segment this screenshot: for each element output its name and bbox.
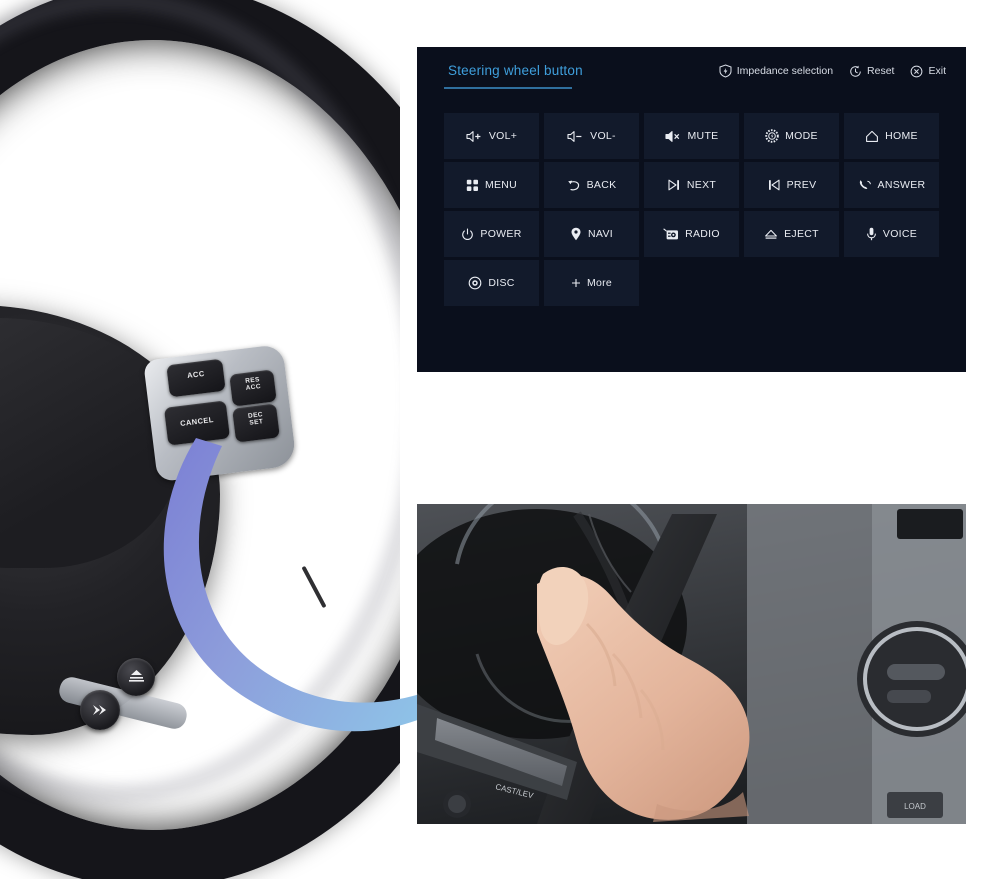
button-prev-label: PREV xyxy=(786,179,817,191)
hand-on-steering-wheel-photo: LOAD CAST/LEV xyxy=(417,504,966,824)
menu-grid-icon xyxy=(466,179,478,191)
power-icon xyxy=(462,227,474,240)
disc-icon xyxy=(468,276,482,290)
button-answer-label: ANSWER xyxy=(877,179,926,191)
grid-empty-slot xyxy=(744,260,839,306)
button-menu-label: MENU xyxy=(484,179,518,191)
volume-mute-icon xyxy=(664,130,679,142)
panel-header: Steering wheel button Impedance selectio… xyxy=(417,47,966,105)
reset-label: Reset xyxy=(867,65,895,77)
reset-clock-icon xyxy=(850,65,861,77)
home-icon xyxy=(866,130,879,142)
exit-button[interactable]: Exit xyxy=(910,65,946,78)
button-vol-up-label: VOL+ xyxy=(488,130,518,142)
head-unit-panel: Steering wheel button Impedance selectio… xyxy=(417,47,966,372)
mode-gear-icon xyxy=(765,129,779,143)
back-arrow-icon xyxy=(567,180,579,190)
reset-button[interactable]: Reset xyxy=(849,65,894,78)
button-back-label: BACK xyxy=(586,179,617,191)
button-mode[interactable]: MODE xyxy=(744,113,839,159)
page-title: Steering wheel button xyxy=(448,63,583,78)
button-disc-label: DISC xyxy=(488,277,515,289)
button-disc[interactable]: DISC xyxy=(444,260,539,306)
button-mode-label: MODE xyxy=(785,130,818,142)
impedance-selection-button[interactable]: Impedance selection xyxy=(719,64,833,78)
button-prev[interactable]: PREV xyxy=(744,162,839,208)
button-next-label: NEXT xyxy=(686,179,717,191)
button-vol-down[interactable]: VOL- xyxy=(544,113,639,159)
hand-photo-illustration: LOAD CAST/LEV xyxy=(417,504,966,824)
button-voice[interactable]: VOICE xyxy=(844,211,939,257)
steering-wheel-photo: ACC RES ACC CANCEL DEC SET xyxy=(0,0,400,879)
spoke-button-horn[interactable] xyxy=(117,658,155,696)
prev-track-icon xyxy=(768,179,780,191)
volume-up-icon xyxy=(466,130,481,142)
button-navi[interactable]: NAVI xyxy=(544,211,639,257)
button-home[interactable]: HOME xyxy=(844,113,939,159)
volume-down-icon xyxy=(567,130,582,142)
radio-icon xyxy=(663,228,679,240)
button-power-label: POWER xyxy=(480,228,522,240)
shield-bolt-icon xyxy=(719,64,732,78)
button-voice-label: VOICE xyxy=(882,228,918,240)
button-next[interactable]: NEXT xyxy=(644,162,739,208)
horn-icon xyxy=(128,670,144,682)
phone-icon xyxy=(859,180,871,189)
spoke-button-chevron[interactable] xyxy=(80,690,120,730)
grid-empty-slot xyxy=(844,260,939,306)
button-mute-label: MUTE xyxy=(687,130,719,142)
button-more[interactable]: More xyxy=(544,260,639,306)
grid-empty-slot xyxy=(644,260,739,306)
next-track-icon xyxy=(668,179,679,191)
button-home-label: HOME xyxy=(885,130,918,142)
steering-wheel-button-grid: VOL+ VOL- MUTE MODE HOME MENU BACK NEXT … xyxy=(444,113,939,306)
button-vol-down-label: VOL- xyxy=(590,130,616,142)
chevron-right-icon xyxy=(93,705,106,715)
button-menu[interactable]: MENU xyxy=(444,162,539,208)
button-more-label: More xyxy=(586,277,613,289)
button-eject[interactable]: EJECT xyxy=(744,211,839,257)
button-back[interactable]: BACK xyxy=(544,162,639,208)
svg-text:LOAD: LOAD xyxy=(904,802,926,811)
button-navi-label: NAVI xyxy=(588,228,613,240)
button-vol-up[interactable]: VOL+ xyxy=(444,113,539,159)
button-radio[interactable]: RADIO xyxy=(644,211,739,257)
location-pin-icon xyxy=(571,227,581,241)
button-mute[interactable]: MUTE xyxy=(644,113,739,159)
plus-icon xyxy=(571,279,580,287)
button-answer[interactable]: ANSWER xyxy=(844,162,939,208)
close-circle-icon xyxy=(911,65,923,77)
button-radio-label: RADIO xyxy=(685,228,720,240)
exit-label: Exit xyxy=(928,65,946,77)
microphone-icon xyxy=(866,227,876,241)
eject-icon xyxy=(765,229,778,239)
impedance-selection-label: Impedance selection xyxy=(736,65,834,77)
button-eject-label: EJECT xyxy=(784,228,819,240)
button-power[interactable]: POWER xyxy=(444,211,539,257)
header-actions: Impedance selection Reset Exit xyxy=(719,64,946,78)
title-underline xyxy=(444,87,572,89)
